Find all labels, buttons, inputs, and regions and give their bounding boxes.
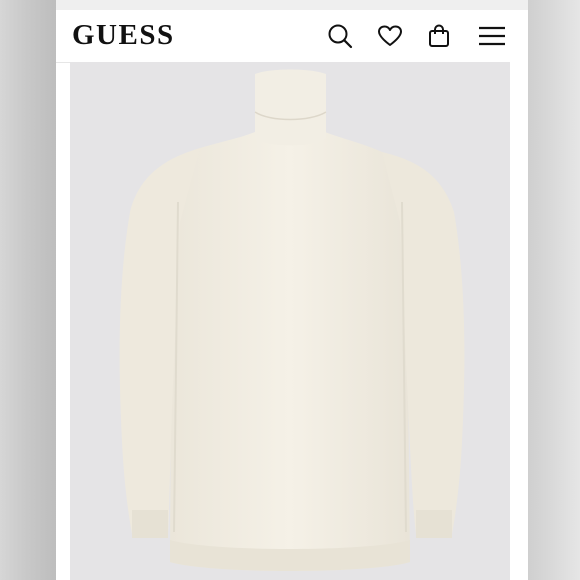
- site-header: GUESS: [56, 10, 528, 63]
- shopping-bag-icon[interactable]: [423, 20, 455, 52]
- status-strip: [56, 0, 528, 10]
- mobile-screen: GUESS: [56, 0, 528, 580]
- hamburger-menu-icon[interactable]: [476, 20, 508, 52]
- heart-icon[interactable]: [374, 20, 406, 52]
- background-left-margin: [0, 0, 56, 580]
- search-icon[interactable]: [324, 20, 356, 52]
- product-image-sweater: [119, 69, 465, 571]
- brand-logo[interactable]: GUESS: [72, 19, 175, 52]
- image-frame-edge: [510, 62, 528, 580]
- product-image-area[interactable]: [70, 62, 510, 580]
- background-right-margin: [528, 0, 580, 580]
